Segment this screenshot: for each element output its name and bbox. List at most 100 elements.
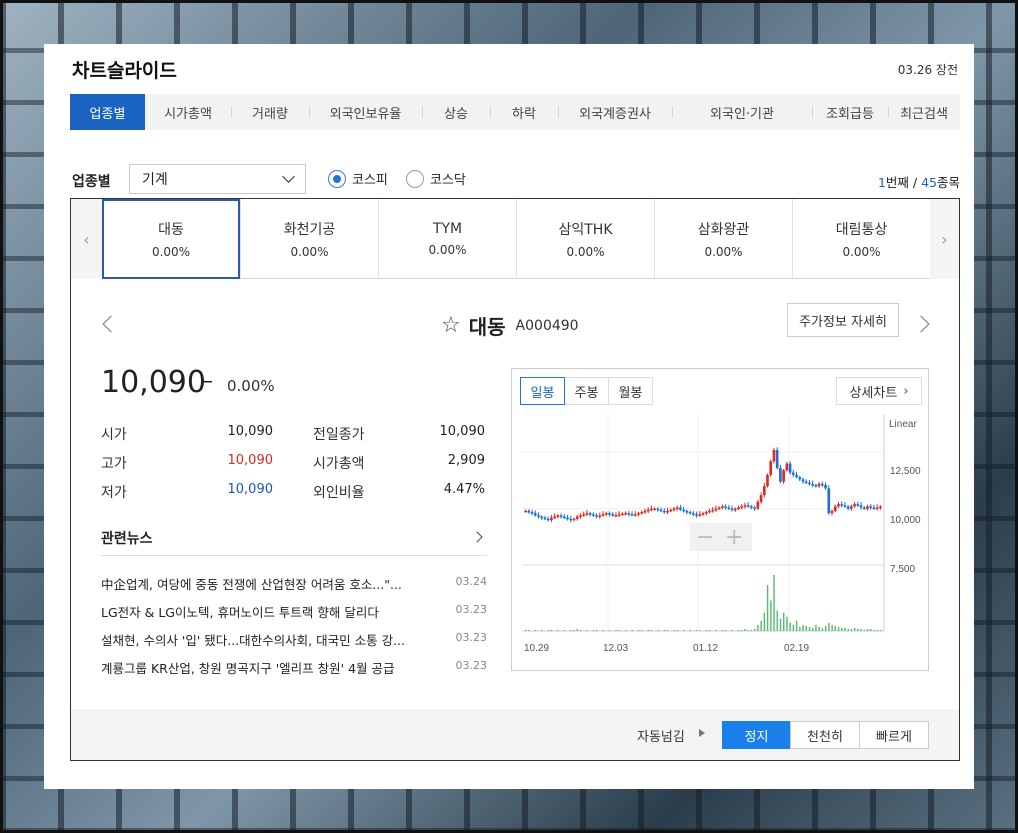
tab-foreign-ownership[interactable]: 외국인보유율 <box>309 94 422 130</box>
candle-body <box>540 516 544 519</box>
candle-body <box>769 461 773 475</box>
fast-button[interactable]: 빠르게 <box>859 721 929 749</box>
volume-bar <box>689 629 691 631</box>
tab-volume[interactable]: 거래량 <box>231 94 309 130</box>
zoom-out-icon[interactable]: − <box>696 525 714 550</box>
candle-body <box>624 513 627 515</box>
sector-select-value: 기계 <box>142 172 168 188</box>
star-icon[interactable]: ☆ <box>441 313 461 338</box>
candle-body <box>875 507 879 510</box>
candle-body <box>627 513 631 515</box>
candle-body <box>595 515 598 517</box>
tab-weekly[interactable]: 주봉 <box>564 377 609 405</box>
candle-body <box>772 450 776 462</box>
candle-body <box>704 512 708 514</box>
autoplay-label: 자동넘김 <box>637 730 685 745</box>
news-item[interactable]: LG전자 & LG이노텍, 휴머노이드 투트랙 향해 달리다 03.23 <box>101 602 487 620</box>
volume-bar <box>812 627 814 631</box>
news-item[interactable]: 계룡그룹 KR산업, 창원 명곡지구 '엘리프 창원' 4월 공급 03.23 <box>101 658 487 676</box>
candlestick-chart[interactable]: Linear 12,500 10,000 7,500 10.29 12.03 0… <box>512 415 928 670</box>
zoom-controls[interactable]: − + <box>690 523 752 551</box>
carousel-item[interactable]: TYM 0.00% <box>378 199 516 279</box>
candle-body <box>685 510 689 513</box>
tab-rising[interactable]: 상승 <box>422 94 490 130</box>
tab-sector[interactable]: 업종별 <box>70 94 145 130</box>
tab-recent-search[interactable]: 최근검색 <box>888 94 960 130</box>
volume-bar <box>763 612 766 631</box>
candle-body <box>662 510 666 513</box>
carousel-item[interactable]: 화천기공 0.00% <box>240 199 378 279</box>
volume-bar <box>783 612 785 631</box>
volume-bar <box>595 629 598 631</box>
candle-body <box>692 513 695 515</box>
carousel-item[interactable]: 삼화왕관 0.00% <box>654 199 792 279</box>
volume-series <box>525 575 882 631</box>
candle-body <box>750 506 753 508</box>
open-value: 10,090 <box>227 424 274 439</box>
sector-select[interactable]: 기계 <box>129 164 306 194</box>
carousel-item[interactable]: 대동 0.00% <box>102 199 240 279</box>
detail-chart-button[interactable]: 상세차트 › <box>836 377 922 405</box>
candle-body <box>630 514 634 516</box>
volume-bar <box>705 629 708 631</box>
candle-body <box>527 510 531 513</box>
next-stock-arrow-icon[interactable] <box>912 315 930 333</box>
news-more-arrow-icon[interactable] <box>471 531 483 543</box>
volume-bar <box>525 629 527 631</box>
candle-body <box>611 514 615 516</box>
volume-bar <box>857 628 859 631</box>
slow-button[interactable]: 천천히 <box>790 721 860 749</box>
candle-body <box>556 515 560 517</box>
tab-foreign-institution[interactable]: 외국인·기관 <box>672 94 812 130</box>
tab-foreign-brokers[interactable]: 외국계증권사 <box>558 94 672 130</box>
tab-monthly[interactable]: 월봉 <box>608 377 653 405</box>
candle-body <box>640 512 644 514</box>
carousel-item[interactable]: 대림통상 0.00% <box>792 199 930 279</box>
candle-body <box>601 514 605 516</box>
carousel-next-button[interactable]: › <box>930 199 959 279</box>
candle-body <box>582 514 585 516</box>
volume-bar <box>815 624 817 631</box>
candle-body <box>701 513 705 515</box>
candle-body <box>727 507 731 510</box>
news-item[interactable]: 中企업계, 여당에 중동 전쟁에 산업현장 어려움 호소..."... 03.2… <box>101 574 487 592</box>
candle-body <box>862 507 866 510</box>
candle-body <box>688 512 692 514</box>
zoom-in-icon[interactable]: + <box>725 525 743 550</box>
volume-bar <box>779 618 782 631</box>
candle-body <box>743 505 747 507</box>
volume-bar <box>866 628 869 631</box>
news-headline: 설채현, 수의사 '입' 됐다...대한수의사회, 대국민 소통 강... <box>101 633 406 648</box>
carousel-prev-button[interactable]: ‹ <box>71 199 102 279</box>
filter-label: 업종별 <box>72 174 111 190</box>
carousel-item[interactable]: 삼익THK 0.00% <box>516 199 654 279</box>
stop-button[interactable]: 정지 <box>722 721 791 749</box>
radio-kosdaq[interactable]: 코스닥 <box>406 169 466 188</box>
tab-falling[interactable]: 하락 <box>490 94 558 130</box>
volume-bar <box>770 600 772 631</box>
tab-search-surge[interactable]: 조회급등 <box>812 94 888 130</box>
volume-bar <box>773 575 775 631</box>
volume-bar <box>879 629 882 631</box>
x-tick-label: 10.29 <box>524 643 549 654</box>
volume-bar <box>721 629 724 631</box>
volume-bar <box>863 629 866 631</box>
autoplay-bar: 자동넘김 정지 천천히 빠르게 <box>71 709 959 760</box>
tab-market-cap[interactable]: 시가총액 <box>145 94 231 130</box>
volume-bar <box>741 629 743 631</box>
candle-body <box>833 506 837 511</box>
volume-bar <box>853 627 856 631</box>
volume-bar <box>731 629 733 631</box>
volume-bar <box>557 629 559 631</box>
radio-kospi[interactable]: 코스피 <box>328 169 388 188</box>
candle-body <box>533 513 537 516</box>
candle-body <box>872 507 876 510</box>
news-item[interactable]: 설채현, 수의사 '입' 됐다...대한수의사회, 대국민 소통 강... 03… <box>101 630 487 648</box>
price-detail-button[interactable]: 주가정보 자세히 <box>787 303 899 337</box>
prev-stock-arrow-icon[interactable] <box>102 315 120 333</box>
candle-body <box>566 517 569 520</box>
tab-daily[interactable]: 일봉 <box>520 377 565 405</box>
candle-body <box>543 517 547 520</box>
volume-bar <box>563 629 566 631</box>
volume-bar <box>795 620 798 631</box>
